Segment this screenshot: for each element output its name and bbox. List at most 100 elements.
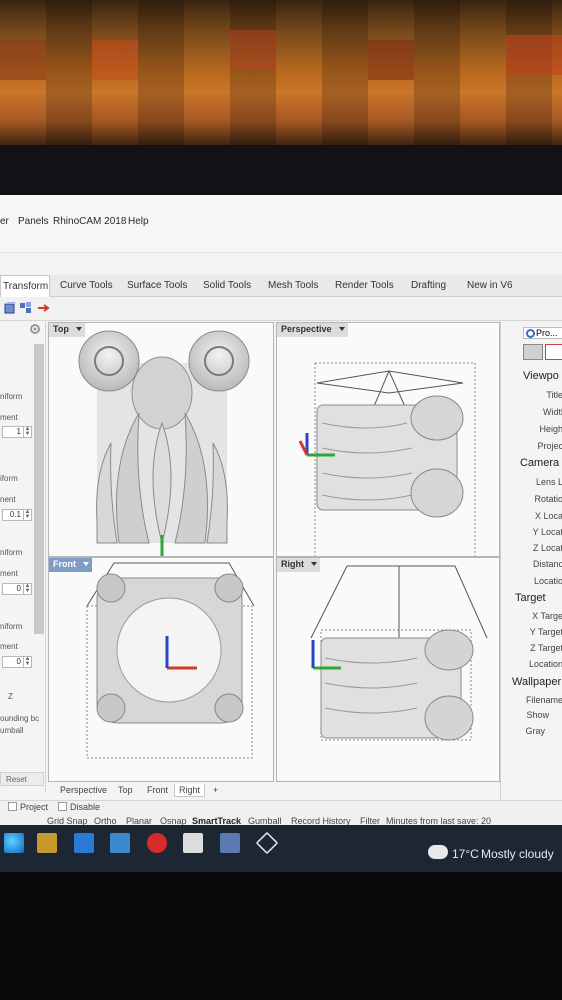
lp-label: niform (0, 548, 23, 557)
heading-viewport: Viewpo (523, 370, 559, 382)
3d-viewer-icon[interactable] (255, 831, 279, 855)
menu-item-panels[interactable]: Panels (18, 216, 49, 227)
screen: er Panels RhinoCAM 2018 Help Transform C… (0, 195, 562, 872)
viewport-label-right[interactable]: Right (277, 558, 320, 572)
prop-lens: Lens L (535, 477, 562, 487)
tab-drafting[interactable]: Drafting (411, 275, 446, 297)
tab-curve-tools[interactable]: Curve Tools (60, 275, 113, 297)
capital-top-view (78, 330, 250, 556)
gear-icon[interactable] (28, 322, 42, 336)
windows-taskbar: 17°C Mostly cloudy (0, 825, 562, 872)
monitor-bezel (0, 145, 562, 195)
heading-target: Target (515, 592, 546, 604)
viewport-label-top[interactable]: Top (49, 323, 85, 337)
numeric-stepper[interactable]: 0.1 ▲ ▼ (2, 509, 32, 521)
project-label: Project (20, 802, 49, 812)
lp-label: niform (0, 392, 23, 401)
numeric-stepper[interactable]: 1 ▲ ▼ (2, 426, 32, 438)
calculator-icon[interactable] (220, 833, 240, 853)
viewport-label-perspective[interactable]: Perspective (277, 323, 348, 337)
numeric-stepper[interactable]: 0 ▲ ▼ (2, 583, 32, 595)
opera-icon[interactable] (147, 833, 167, 853)
prop-y-location: Y Locat (532, 527, 562, 537)
prop-location: Locatio (533, 576, 562, 586)
weather-description[interactable]: Mostly cloudy (481, 847, 554, 861)
arrow-right-icon[interactable] (37, 301, 51, 315)
vtab-top[interactable]: Top (114, 784, 137, 797)
viewport-front[interactable]: Front (48, 557, 274, 782)
prop-height: Heigh (539, 424, 562, 434)
tab-render-tools[interactable]: Render Tools (335, 275, 394, 297)
ribbon-tab-bar: Transform Curve Tools Surface Tools Soli… (0, 275, 562, 297)
prop-target-location: Location (528, 659, 562, 669)
prop-y-target: Y Target (529, 627, 562, 637)
prop-gray: Gray (525, 726, 545, 736)
prop-z-target: Z Target (530, 643, 562, 653)
disable-label: Disable (70, 802, 101, 812)
lp-label: iform (0, 474, 18, 483)
monitor-bezel-bottom (0, 872, 562, 1000)
prop-rotation: Rotatio (534, 494, 562, 504)
lp-label: nent (0, 495, 16, 504)
lp-label: ounding bc (0, 714, 40, 723)
prop-width: Widtl (543, 407, 562, 417)
viewport-perspective[interactable]: Perspective (276, 322, 500, 557)
properties-icon (526, 329, 535, 338)
prop-filename: Filename (525, 695, 562, 705)
lp-label: niform (0, 622, 23, 631)
lp-label: ment (0, 642, 18, 651)
lp-label: Z (8, 692, 13, 701)
tab-mesh-tools[interactable]: Mesh Tools (268, 275, 318, 297)
viewport-right[interactable]: Right (276, 557, 500, 782)
prop-z-location: Z Locat (532, 543, 562, 553)
prop-title: Title (546, 390, 562, 400)
array-icon[interactable] (19, 301, 33, 315)
edge-icon[interactable] (4, 833, 24, 853)
weather-temperature[interactable]: 17°C (452, 847, 479, 861)
reset-button[interactable]: Reset (0, 772, 44, 786)
color-swatch[interactable] (545, 344, 562, 360)
prop-x-location: X Loca (534, 511, 562, 521)
rhino-icon[interactable] (183, 833, 203, 853)
tab-transform[interactable]: Transform (0, 275, 50, 297)
box-icon[interactable] (3, 301, 17, 315)
prop-distance: Distanc (532, 559, 562, 569)
camera-icon[interactable] (523, 344, 543, 360)
left-panel-scrollbar[interactable] (34, 344, 44, 634)
lp-label: ment (0, 413, 18, 422)
disable-checkbox[interactable] (58, 802, 67, 811)
mail-icon[interactable] (74, 833, 94, 853)
capital-right-view (310, 565, 488, 741)
prop-x-target: X Targe (532, 611, 562, 621)
tab-new-in-v6[interactable]: New in V6 (467, 275, 513, 297)
prop-projection: Projec (537, 441, 562, 451)
tab-surface-tools[interactable]: Surface Tools (127, 275, 187, 297)
right-properties-panel: Pro... Viewpo Title Widtl Heigh Projec C… (500, 322, 562, 808)
capital-front-view (86, 562, 255, 759)
heading-camera: Camera (520, 457, 560, 469)
lp-label: ment (0, 569, 18, 578)
background-wall (0, 0, 562, 150)
tab-solid-tools[interactable]: Solid Tools (203, 275, 251, 297)
menu-item-rhinocam[interactable]: RhinoCAM 2018 (53, 216, 126, 227)
capital-perspective-view (298, 362, 476, 556)
menu-item-help[interactable]: Help (128, 216, 149, 227)
vtab-perspective[interactable]: Perspective (56, 784, 111, 797)
viewport-tab-bar: Perspective Top Front Right + (46, 782, 500, 798)
vtab-front[interactable]: Front (143, 784, 172, 797)
vtab-add[interactable]: + (209, 784, 222, 797)
viewport-top[interactable]: Top (48, 322, 274, 557)
app-icon[interactable] (110, 833, 130, 853)
vtab-right[interactable]: Right (174, 784, 206, 797)
properties-tab[interactable]: Pro... (523, 327, 562, 339)
viewport-label-front[interactable]: Front (49, 558, 92, 572)
prop-show: Show (526, 710, 549, 720)
file-explorer-icon[interactable] (37, 833, 57, 853)
project-checkbox[interactable] (8, 802, 17, 811)
menu-item-partial[interactable]: er (0, 216, 9, 227)
toolbar (0, 297, 562, 321)
weather-icon[interactable] (428, 845, 448, 859)
numeric-stepper[interactable]: 0 ▲ ▼ (2, 656, 32, 668)
left-properties-panel: niform ment 1 ▲ ▼ iform nent 0.1 ▲ ▼ niform … (0, 322, 46, 792)
heading-wallpaper: Wallpaper (512, 676, 562, 688)
